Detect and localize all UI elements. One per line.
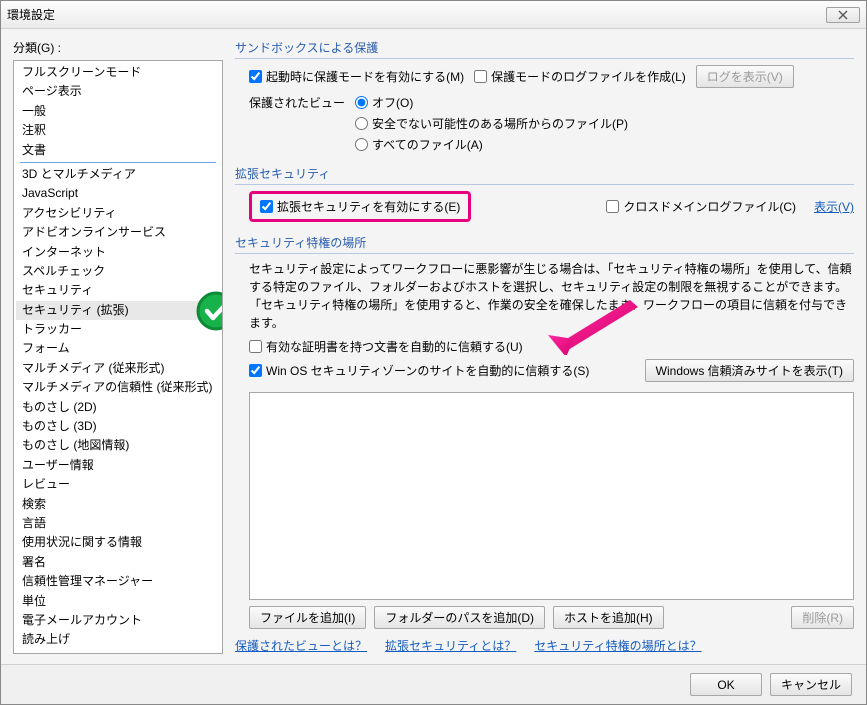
trust-winos-checkbox[interactable]: Win OS セキュリティゾーンのサイトを自動的に信頼する(S) — [249, 362, 589, 379]
sidebar-item[interactable]: 一般 — [16, 102, 220, 121]
close-button[interactable] — [826, 7, 860, 23]
enhanced-security-group: 拡張セキュリティ 拡張セキュリティを有効にする(E) クロスドメインログファイル… — [235, 165, 854, 226]
sidebar-item[interactable]: 電子メールアカウント — [16, 611, 220, 630]
enable-protected-mode-checkbox[interactable]: 起動時に保護モードを有効にする(M) — [249, 68, 464, 85]
sidebar-item[interactable]: セキュリティ — [16, 281, 220, 300]
sidebar-item[interactable]: マルチメディアの信頼性 (従来形式) — [16, 378, 220, 397]
protected-view-off-radio[interactable]: オフ(O) — [355, 94, 628, 111]
sidebar-divider — [20, 162, 216, 163]
sidebar-item[interactable]: ものさし (2D) — [16, 398, 220, 417]
sidebar-item[interactable]: ユーザー情報 — [16, 456, 220, 475]
sidebar-item[interactable]: セキュリティ (拡張) — [16, 301, 220, 320]
close-icon — [838, 10, 848, 20]
enhanced-title: 拡張セキュリティ — [235, 165, 854, 185]
sidebar-item[interactable]: 単位 — [16, 592, 220, 611]
help-enhanced-security-link[interactable]: 拡張セキュリティとは？ — [385, 637, 516, 654]
sidebar-item[interactable]: スペルチェック — [16, 262, 220, 281]
create-log-checkbox[interactable]: 保護モードのログファイルを作成(L) — [474, 68, 686, 85]
privileged-locations-group: セキュリティ特権の場所 セキュリティ設定によってワークフローに悪影響が生じる場合… — [235, 234, 854, 654]
dialog-footer: OK キャンセル — [1, 664, 866, 704]
highlight-annotation: 拡張セキュリティを有効にする(E) — [249, 191, 471, 222]
sidebar-item[interactable]: 使用状況に関する情報 — [16, 533, 220, 552]
cross-domain-log-checkbox[interactable]: クロスドメインログファイル(C) — [606, 198, 796, 215]
sidebar-item[interactable]: 注釈 — [16, 121, 220, 140]
help-privileged-locations-link[interactable]: セキュリティ特権の場所とは？ — [534, 637, 701, 654]
privileged-title: セキュリティ特権の場所 — [235, 234, 854, 254]
sidebar-item[interactable]: ものさし (3D) — [16, 417, 220, 436]
sidebar-item[interactable]: 署名 — [16, 553, 220, 572]
settings-panel: サンドボックスによる保護 起動時に保護モードを有効にする(M) 保護モードのログ… — [235, 39, 854, 654]
category-sidebar: 分類(G) : フルスクリーンモードページ表示一般注釈文書 3D とマルチメディア… — [13, 39, 223, 654]
enable-enhanced-security-checkbox[interactable]: 拡張セキュリティを有効にする(E) — [260, 198, 460, 215]
sidebar-item[interactable]: フォーム — [16, 339, 220, 358]
protected-view-label: 保護されたビュー — [249, 94, 345, 111]
category-list[interactable]: フルスクリーンモードページ表示一般注釈文書 3D とマルチメディアJavaScri… — [13, 60, 223, 654]
sidebar-item[interactable]: 言語 — [16, 514, 220, 533]
add-host-button[interactable]: ホストを追加(H) — [553, 606, 664, 629]
ok-button[interactable]: OK — [690, 673, 762, 696]
sidebar-item[interactable]: 読み上げ — [16, 630, 220, 649]
show-crossdomain-link[interactable]: 表示(V) — [814, 198, 854, 215]
help-protected-view-link[interactable]: 保護されたビューとは？ — [235, 637, 367, 654]
window-title: 環境設定 — [7, 6, 826, 23]
sandbox-title: サンドボックスによる保護 — [235, 39, 854, 59]
titlebar: 環境設定 — [1, 1, 866, 29]
sidebar-item[interactable]: 検索 — [16, 495, 220, 514]
sidebar-item[interactable]: 信頼性管理マネージャー — [16, 572, 220, 591]
sidebar-item[interactable]: 文書 — [16, 141, 220, 160]
privileged-description: セキュリティ設定によってワークフローに悪影響が生じる場合は、「セキュリティ特権の… — [235, 260, 854, 332]
category-label: 分類(G) : — [13, 39, 223, 56]
sidebar-item[interactable]: レビュー — [16, 475, 220, 494]
sidebar-item[interactable]: JavaScript — [16, 184, 220, 203]
protected-view-unsafe-radio[interactable]: 安全でない可能性のある場所からのファイル(P) — [355, 115, 628, 132]
add-folder-button[interactable]: フォルダーのパスを追加(D) — [374, 606, 545, 629]
cancel-button[interactable]: キャンセル — [770, 673, 852, 696]
sidebar-item[interactable]: マルチメディア (従来形式) — [16, 359, 220, 378]
sidebar-item[interactable]: アクセシビリティ — [16, 204, 220, 223]
sidebar-item[interactable]: インターネット — [16, 243, 220, 262]
sidebar-item[interactable]: フルスクリーンモード — [16, 63, 220, 82]
show-windows-sites-button[interactable]: Windows 信頼済みサイトを表示(T) — [645, 359, 854, 382]
protected-view-all-radio[interactable]: すべてのファイル(A) — [355, 136, 628, 153]
preferences-dialog: 環境設定 分類(G) : フルスクリーンモードページ表示一般注釈文書 3D とマル… — [0, 0, 867, 705]
show-log-button[interactable]: ログを表示(V) — [696, 65, 794, 88]
sidebar-item[interactable]: アドビオンラインサービス — [16, 223, 220, 242]
sidebar-item[interactable]: トラッカー — [16, 320, 220, 339]
sandbox-group: サンドボックスによる保護 起動時に保護モードを有効にする(M) 保護モードのログ… — [235, 39, 854, 157]
sidebar-item[interactable]: ページ表示 — [16, 82, 220, 101]
sidebar-item[interactable]: 3D とマルチメディア — [16, 165, 220, 184]
sidebar-item[interactable]: ものさし (地図情報) — [16, 436, 220, 455]
trust-cert-docs-checkbox[interactable]: 有効な証明書を持つ文書を自動的に信頼する(U) — [249, 338, 523, 355]
add-file-button[interactable]: ファイルを追加(I) — [249, 606, 366, 629]
privileged-locations-listbox[interactable] — [249, 392, 854, 600]
remove-button[interactable]: 削除(R) — [791, 606, 854, 629]
